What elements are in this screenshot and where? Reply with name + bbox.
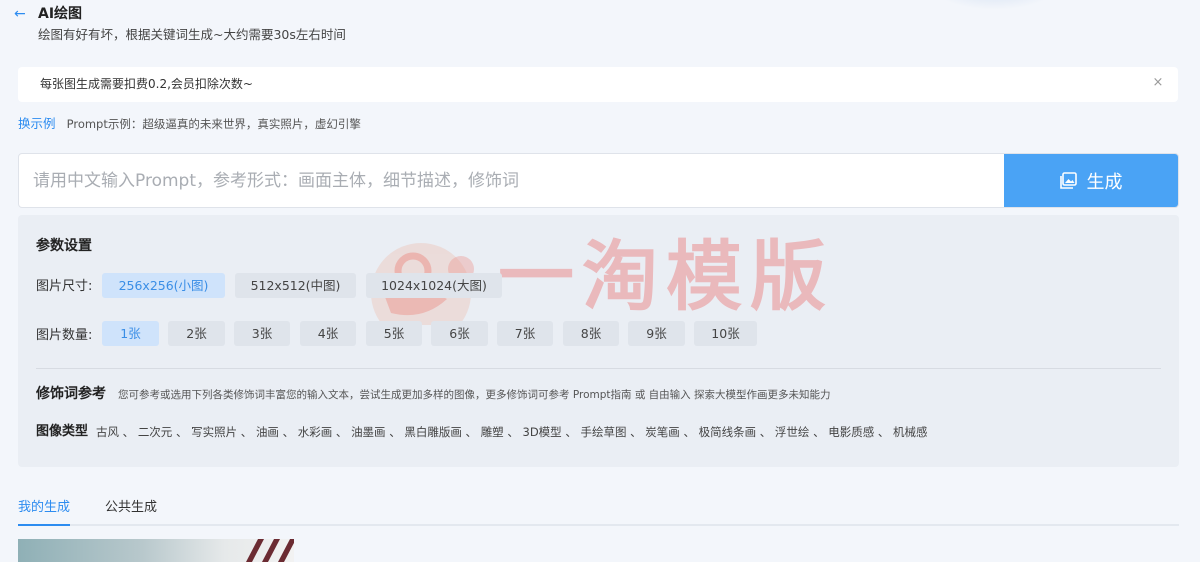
image-type-separator: 、	[756, 425, 775, 439]
image-type-separator: 、	[119, 425, 138, 439]
notice-text: 每张图生成需要扣费0.2,会员扣除次数~	[40, 77, 253, 91]
example-row: 换示例 Prompt示例：超级逼真的未来世界，真实照片，虚幻引擎	[18, 113, 361, 131]
image-type-separator: 、	[561, 425, 581, 439]
image-count-label: 图片数量:	[36, 328, 93, 343]
image-type-separator: 、	[809, 425, 829, 439]
generation-tabs: 我的生成 公共生成	[18, 497, 1179, 526]
image-type-separator: 、	[172, 425, 192, 439]
image-type-item[interactable]: 油画	[256, 425, 279, 439]
page-header: ← AI绘图 绘图有好有坏，根据关键词生成~大约需要30s左右时间	[14, 6, 614, 50]
image-type-item[interactable]: 手绘草图	[580, 425, 626, 439]
image-type-separator: 、	[503, 425, 523, 439]
generate-button-label: 生成	[1086, 171, 1123, 193]
image-type-item[interactable]: 古风	[96, 425, 119, 439]
image-type-label: 图像类型	[36, 424, 89, 439]
page-subtitle: 绘图有好有坏，根据关键词生成~大约需要30s左右时间	[38, 27, 346, 42]
image-type-item[interactable]: 写实照片	[191, 425, 237, 439]
settings-panel: 一淘模版 参数设置 图片尺寸: 256x256(小图) 512x512(中图) …	[18, 215, 1179, 467]
header-glow	[930, 0, 1060, 10]
tab-public-generations[interactable]: 公共生成	[105, 500, 157, 516]
change-example-link[interactable]: 换示例	[18, 116, 56, 131]
modifier-title: 修饰词参考	[36, 386, 106, 402]
image-type-item[interactable]: 二次元	[138, 425, 173, 439]
image-type-separator: 、	[461, 425, 481, 439]
image-icon	[1059, 172, 1077, 189]
image-type-separator: 、	[874, 425, 894, 439]
thumbnail-stripes	[246, 539, 294, 562]
generated-image-thumbnail[interactable]	[18, 539, 294, 562]
image-type-separator: 、	[385, 425, 405, 439]
count-option-6[interactable]: 6张	[431, 321, 488, 346]
count-option-2[interactable]: 2张	[168, 321, 225, 346]
image-type-item[interactable]: 黑白雕版画	[404, 425, 462, 439]
prompt-input[interactable]	[19, 154, 1005, 207]
image-type-item[interactable]: 机械感	[893, 425, 928, 439]
count-option-10[interactable]: 10张	[694, 321, 757, 346]
size-option-256[interactable]: 256x256(小图)	[102, 273, 225, 298]
divider	[36, 368, 1161, 369]
modifier-description: 您可参考或选用下列各类修饰词丰富您的输入文本，尝试生成更加多样的图像，更多修饰词…	[118, 389, 831, 401]
image-type-item[interactable]: 3D模型	[523, 425, 562, 439]
count-option-3[interactable]: 3张	[234, 321, 290, 346]
image-type-list: 古风 、 二次元 、 写实照片 、 油画 、 水彩画 、 油墨画 、 黑白雕版画…	[96, 425, 928, 439]
image-type-separator: 、	[679, 425, 699, 439]
image-type-item[interactable]: 浮世绘	[775, 425, 810, 439]
count-option-9[interactable]: 9张	[628, 321, 685, 346]
size-option-512[interactable]: 512x512(中图)	[235, 273, 356, 298]
image-type-separator: 、	[626, 425, 646, 439]
image-type-item[interactable]: 极简线条画	[699, 425, 757, 439]
back-arrow-icon[interactable]: ←	[14, 6, 28, 22]
image-type-item[interactable]: 水彩画	[298, 425, 333, 439]
image-type-item[interactable]: 油墨画	[351, 425, 386, 439]
image-type-item[interactable]: 电影质感	[828, 425, 874, 439]
notice-banner: 每张图生成需要扣费0.2,会员扣除次数~ ×	[18, 67, 1178, 102]
image-type-separator: 、	[332, 425, 352, 439]
count-option-1[interactable]: 1张	[102, 321, 159, 346]
size-option-1024[interactable]: 1024x1024(大图)	[366, 273, 502, 298]
settings-title: 参数设置	[36, 238, 92, 254]
active-tab-indicator	[18, 524, 70, 526]
image-type-item[interactable]: 炭笔画	[645, 425, 680, 439]
prompt-bar: 生成	[18, 153, 1179, 208]
image-type-separator: 、	[278, 425, 298, 439]
example-prompt-text: Prompt示例：超级逼真的未来世界，真实照片，虚幻引擎	[66, 117, 361, 131]
count-option-8[interactable]: 8张	[563, 321, 619, 346]
count-option-7[interactable]: 7张	[497, 321, 553, 346]
image-size-label: 图片尺寸:	[36, 279, 93, 294]
tab-my-generations[interactable]: 我的生成	[18, 500, 70, 516]
image-type-separator: 、	[237, 425, 256, 439]
close-icon[interactable]: ×	[1152, 76, 1164, 90]
page-title: AI绘图	[38, 6, 83, 22]
count-option-5[interactable]: 5张	[366, 321, 422, 346]
image-type-item[interactable]: 雕塑	[481, 425, 504, 439]
count-option-4[interactable]: 4张	[300, 321, 356, 346]
generate-button[interactable]: 生成	[1004, 154, 1178, 207]
watermark-text: 一淘模版	[498, 232, 834, 321]
